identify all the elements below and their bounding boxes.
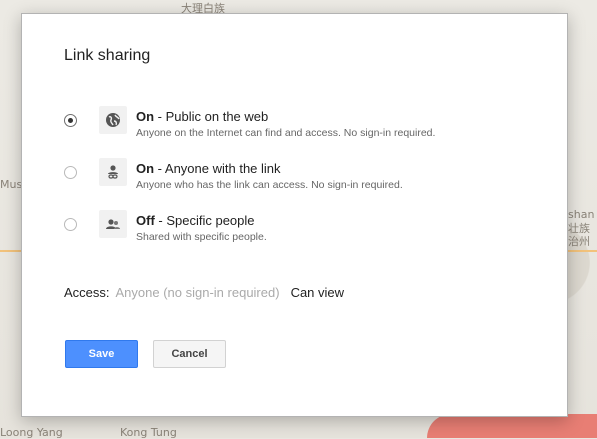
access-row: Access: Anyone (no sign-in required) Can v… <box>64 285 344 300</box>
map-highlight-area <box>427 414 597 438</box>
permission-dropdown[interactable]: Can view <box>291 285 344 300</box>
option-text: - Anyone with the link <box>154 161 281 176</box>
option-label: On - Anyone with the link <box>136 161 281 176</box>
map-label: Kong Tung <box>120 426 177 439</box>
option-label: Off - Specific people <box>136 213 255 228</box>
option-state: On <box>136 109 155 124</box>
map-label: 治州 <box>568 235 590 248</box>
link-sharing-dialog: Link sharing On - Public on the web Anyo… <box>21 13 568 417</box>
option-text: - Specific people <box>154 213 255 228</box>
option-label: On - Public on the web <box>136 109 268 124</box>
save-button[interactable]: Save <box>65 340 138 368</box>
option-text: - Public on the web <box>154 109 269 124</box>
radio-public-on-web[interactable] <box>64 114 77 127</box>
option-description: Shared with specific people. <box>136 231 267 243</box>
radio-specific-people[interactable] <box>64 218 77 231</box>
map-road <box>566 250 597 252</box>
radio-anyone-with-link[interactable] <box>64 166 77 179</box>
option-specific-people[interactable]: Off - Specific people Shared with specif… <box>64 210 544 253</box>
option-public-on-web[interactable]: On - Public on the web Anyone on the Int… <box>64 106 544 149</box>
option-anyone-with-link[interactable]: On - Anyone with the link Anyone who has… <box>64 158 544 201</box>
option-description: Anyone on the Internet can find and acce… <box>136 127 436 139</box>
dialog-title: Link sharing <box>64 47 151 64</box>
globe-icon <box>99 106 127 134</box>
option-state: Off <box>136 213 155 228</box>
access-label: Access: <box>64 285 110 300</box>
option-description: Anyone who has the link can access. No s… <box>136 179 403 191</box>
people-icon <box>99 210 127 238</box>
cancel-button[interactable]: Cancel <box>153 340 226 368</box>
map-road <box>0 250 22 252</box>
link-person-icon <box>99 158 127 186</box>
map-label: Loong Yang <box>0 426 63 439</box>
option-state: On <box>136 161 155 176</box>
access-value: Anyone (no sign-in required) <box>115 285 280 300</box>
